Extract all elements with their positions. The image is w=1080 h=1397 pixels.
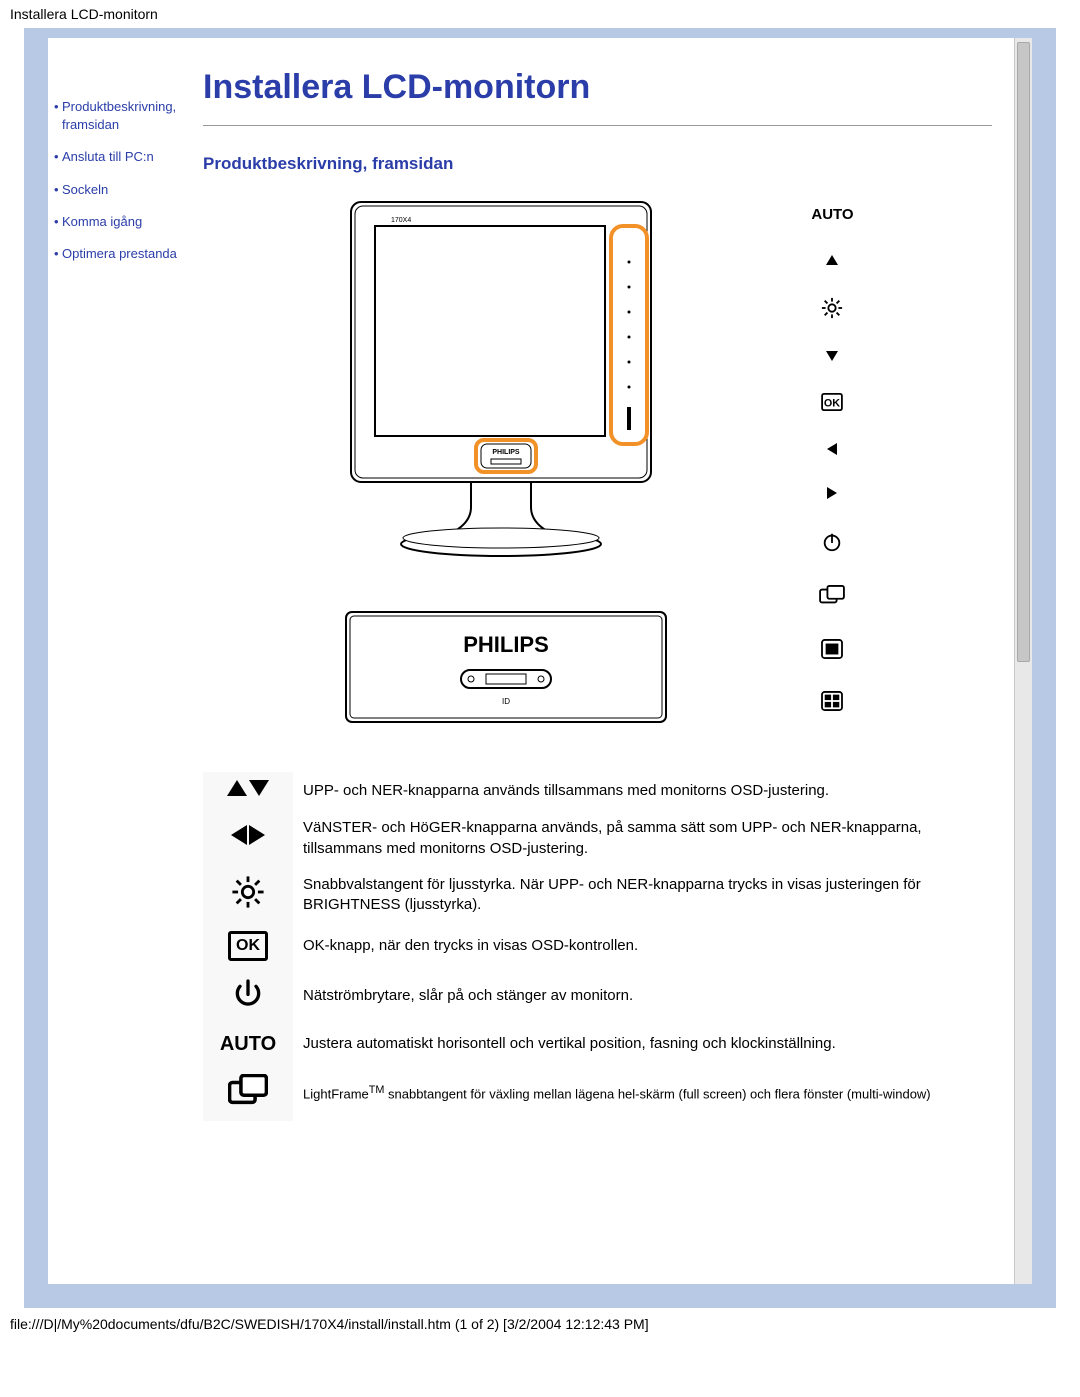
desc-cell: VäNSTER- och HöGER-knapparna används, på…: [293, 810, 992, 867]
section-title: Produktbeskrivning, framsidan: [203, 154, 992, 174]
auto-label: AUTO: [811, 206, 853, 223]
sidebar-item-label: Produktbeskrivning, framsidan: [62, 98, 197, 134]
power-icon-cell: [203, 969, 293, 1023]
desc-cell: Justera automatiskt horisontell och vert…: [293, 1023, 992, 1066]
scrollbar-thumb[interactable]: [1017, 42, 1030, 662]
button-label-column: AUTO OK: [811, 192, 853, 732]
table-row: Nätströmbrytare, slår på och stänger av …: [203, 969, 992, 1023]
desc-cell: Nätströmbrytare, slår på och stänger av …: [293, 969, 992, 1023]
svg-text:PHILIPS: PHILIPS: [464, 632, 550, 657]
brightness-icon: [231, 875, 265, 909]
auto-icon-cell: AUTO: [203, 1023, 293, 1066]
bullet-icon: •: [54, 245, 62, 263]
power-icon: [232, 977, 264, 1009]
table-row: Snabbvalstangent för ljusstyrka. När UPP…: [203, 867, 992, 924]
multiwindow-icon: [821, 691, 843, 711]
sidebar-item-getting-started[interactable]: • Komma igång: [54, 213, 197, 231]
bullet-icon: •: [54, 181, 62, 199]
ok-icon-cell: OK: [203, 923, 293, 969]
table-row: LightFrameTM snabbtangent för växling me…: [203, 1066, 992, 1121]
divider: [203, 125, 992, 126]
power-icon: [821, 531, 843, 553]
sidebar-item-optimize[interactable]: • Optimera prestanda: [54, 245, 197, 263]
sidebar-item-label: Optimera prestanda: [62, 245, 177, 263]
button-description-table: UPP- och NER-knapparna används tillsamma…: [203, 772, 992, 1121]
sidebar-item-label: Sockeln: [62, 181, 108, 199]
up-arrow-icon: [227, 780, 247, 796]
sidebar-item-product-desc[interactable]: • Produktbeskrivning, framsidan: [54, 98, 197, 134]
left-arrow-icon: [827, 443, 837, 455]
up-down-icon-cell: [203, 772, 293, 810]
bullet-icon: •: [54, 148, 62, 166]
sidebar-item-label: Komma igång: [62, 213, 142, 231]
main-content: Installera LCD-monitorn Produktbeskrivni…: [203, 38, 1032, 1284]
header-path: Installera LCD-monitorn: [0, 0, 1080, 28]
ok-icon: OK: [821, 393, 843, 411]
table-row: VäNSTER- och HöGER-knapparna används, på…: [203, 810, 992, 867]
desc-cell: OK-knapp, när den trycks in visas OSD-ko…: [293, 923, 992, 969]
brightness-icon-cell: [203, 867, 293, 924]
table-row: UPP- och NER-knapparna används tillsamma…: [203, 772, 992, 810]
desc-cell: LightFrameTM snabbtangent för växling me…: [293, 1066, 992, 1121]
svg-text:PHILIPS: PHILIPS: [493, 449, 521, 456]
up-arrow-icon: [826, 255, 838, 265]
monitor-illustration: 170X4 PHILIPS: [203, 192, 992, 732]
table-row: OK OK-knapp, när den trycks in visas OSD…: [203, 923, 992, 969]
footer-path: file:///D|/My%20documents/dfu/B2C/SWEDIS…: [0, 1308, 1080, 1340]
page-title: Installera LCD-monitorn: [203, 68, 992, 107]
page-frame: • Produktbeskrivning, framsidan • Anslut…: [24, 28, 1056, 1308]
monitor-figure-icon: 170X4 PHILIPS: [341, 192, 681, 732]
bullet-icon: •: [54, 98, 62, 134]
sidebar-item-base[interactable]: • Sockeln: [54, 181, 197, 199]
right-arrow-icon: [249, 825, 265, 845]
left-right-icon-cell: [203, 810, 293, 867]
scrollbar[interactable]: [1014, 38, 1032, 1284]
lightframe-icon-cell: [203, 1066, 293, 1121]
down-arrow-icon: [826, 351, 838, 361]
fullscreen-icon: [821, 639, 843, 659]
desc-cell: Snabbvalstangent för ljusstyrka. När UPP…: [293, 867, 992, 924]
ok-icon: OK: [228, 931, 268, 961]
left-arrow-icon: [231, 825, 247, 845]
svg-text:170X4: 170X4: [391, 217, 411, 224]
bullet-icon: •: [54, 213, 62, 231]
svg-text:ID: ID: [502, 697, 510, 706]
lightframe-icon: [819, 585, 845, 607]
desc-cell: UPP- och NER-knapparna används tillsamma…: [293, 772, 992, 810]
lightframe-icon: [228, 1074, 268, 1108]
sidebar-item-label: Ansluta till PC:n: [62, 148, 154, 166]
brightness-icon: [821, 297, 843, 319]
right-arrow-icon: [827, 487, 837, 499]
table-row: AUTO Justera automatiskt horisontell och…: [203, 1023, 992, 1066]
down-arrow-icon: [249, 780, 269, 796]
sidebar: • Produktbeskrivning, framsidan • Anslut…: [48, 38, 203, 1284]
sidebar-item-connect-pc[interactable]: • Ansluta till PC:n: [54, 148, 197, 166]
svg-text:OK: OK: [824, 398, 840, 410]
